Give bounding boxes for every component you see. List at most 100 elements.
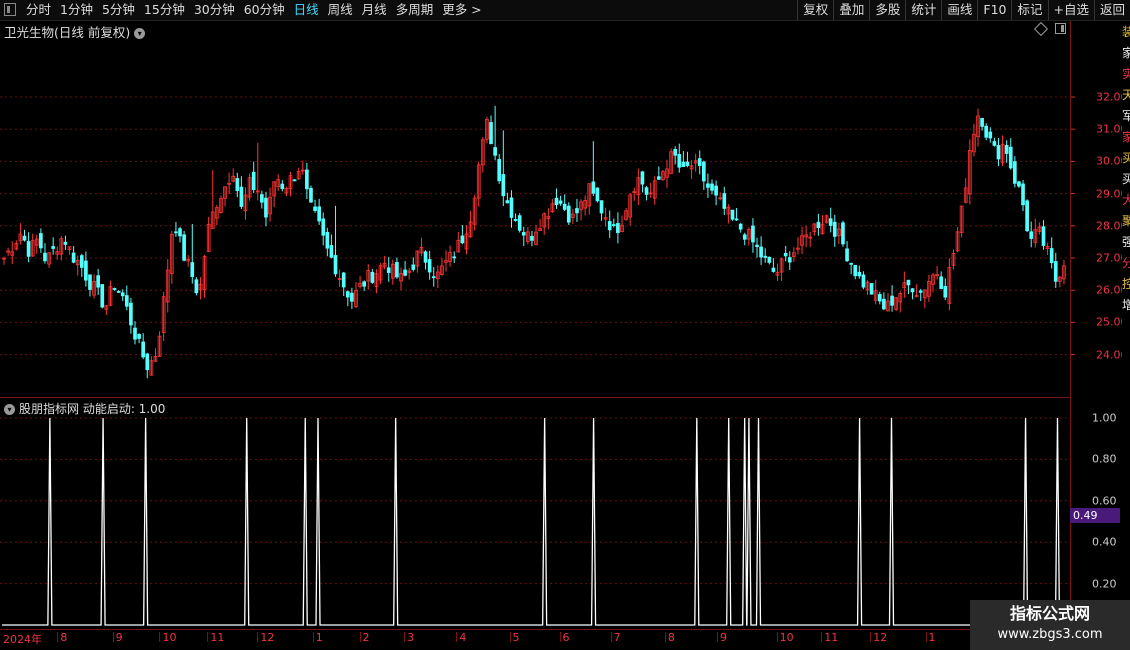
candle-down [370, 271, 375, 283]
strip-glyph: 装 [1122, 25, 1130, 39]
candle-down [857, 271, 862, 277]
candle-down [325, 231, 330, 249]
time-axis-month: 6 [562, 631, 570, 644]
candle-down [333, 255, 338, 275]
time-axis-month: 9 [720, 631, 727, 644]
candle-down [685, 161, 690, 167]
candle-down [84, 260, 88, 281]
time-axis-month: 8 [667, 631, 675, 644]
candle-down [918, 290, 923, 293]
time-axis-month: 8 [60, 631, 68, 644]
indicator-signal-line [2, 417, 1066, 626]
time-axis-month: 11 [824, 631, 839, 644]
candle-down [996, 145, 1001, 160]
candle-down [321, 218, 326, 236]
candle-down [1021, 183, 1025, 206]
chevron-down-icon[interactable]: ▾ [4, 404, 15, 415]
candle-down [755, 244, 759, 247]
candle-down [906, 279, 911, 286]
candle-down [616, 223, 620, 234]
candle-down [329, 245, 334, 258]
chart-canvas [0, 96, 1075, 626]
candle-down [39, 233, 43, 249]
candle-down [787, 257, 792, 263]
indicator-tick-label: 0.60 [1092, 494, 1117, 508]
time-axis-separator [57, 632, 59, 642]
candle-down [280, 183, 285, 190]
candle-down [759, 246, 763, 258]
candle-down [362, 281, 367, 287]
candle-down [521, 232, 526, 236]
time-axis-separator [112, 632, 114, 642]
candle-down [714, 185, 718, 196]
candle-down [517, 215, 522, 231]
strip-glyph: 分 [1122, 256, 1130, 270]
strip-glyph: 聚 [1122, 214, 1130, 228]
time-axis-separator [509, 632, 511, 642]
candle-down [345, 291, 350, 298]
candle-down [992, 141, 997, 146]
candle-down [738, 223, 743, 230]
candle-down [129, 302, 133, 326]
candle-down [427, 259, 432, 273]
candle-down [501, 174, 506, 197]
candle-down [882, 298, 886, 310]
time-axis-separator [207, 632, 209, 642]
candle-down [341, 272, 346, 288]
time-axis-separator [559, 632, 561, 642]
candle-down [137, 334, 141, 339]
candle-down [1053, 261, 1058, 282]
candle-down [292, 179, 297, 182]
candle-down [26, 241, 31, 257]
candle-down [145, 353, 150, 371]
candle-down [710, 183, 714, 191]
strip-glyph: 增 [1122, 298, 1130, 312]
candle-down [190, 262, 195, 277]
time-axis-separator [257, 632, 259, 642]
watermark: 指标公式网 www.zbgs3.com [970, 600, 1130, 650]
candle-down [771, 267, 776, 272]
candle-down [112, 288, 117, 290]
candle-down [305, 169, 309, 190]
candle-down [943, 285, 948, 298]
candle-down [530, 235, 534, 241]
strip-glyph: 买 [1122, 172, 1130, 186]
candle-down [386, 267, 391, 273]
candle-down [350, 292, 354, 302]
candle-down [984, 125, 989, 138]
candle-down [595, 187, 600, 202]
candle-down [677, 154, 682, 168]
candle-down [133, 327, 137, 340]
time-axis-month: 1 [928, 631, 936, 644]
right-info-strip: 装家实天军家买买大聚强分控增 [1122, 21, 1130, 626]
time-axis-separator [821, 632, 823, 642]
watermark-title: 指标公式网 [1009, 604, 1090, 623]
strip-glyph: 家 [1122, 130, 1130, 144]
time-axis-month: 7 [613, 631, 621, 644]
candle-down [845, 248, 849, 262]
candle-down [591, 181, 596, 194]
time-axis-separator [610, 632, 612, 642]
candle-down [22, 235, 27, 241]
candle-down [554, 197, 559, 206]
time-axis-month: 10 [779, 631, 794, 644]
candle-down [910, 288, 915, 293]
candle-down [611, 224, 616, 226]
candle-down [558, 200, 563, 204]
time-axis-month: 2 [362, 631, 370, 644]
candle-down [411, 264, 416, 270]
time-axis-separator [359, 632, 361, 642]
strip-glyph: 天 [1122, 88, 1130, 102]
candle-down [423, 251, 428, 263]
watermark-url: www.zbgs3.com [997, 627, 1103, 642]
candle-down [832, 221, 837, 237]
indicator-title: ▾ 股朋指标网 动能启动: 1.00 [4, 400, 165, 417]
time-axis-month: 12 [873, 631, 888, 644]
candle-down [178, 228, 182, 237]
candle-down [763, 255, 768, 258]
time-axis-year: 2024年 [3, 633, 42, 646]
time-axis-separator [925, 632, 927, 642]
candle-down [1004, 144, 1009, 154]
candle-down [1041, 226, 1046, 246]
candle-down [722, 193, 727, 209]
